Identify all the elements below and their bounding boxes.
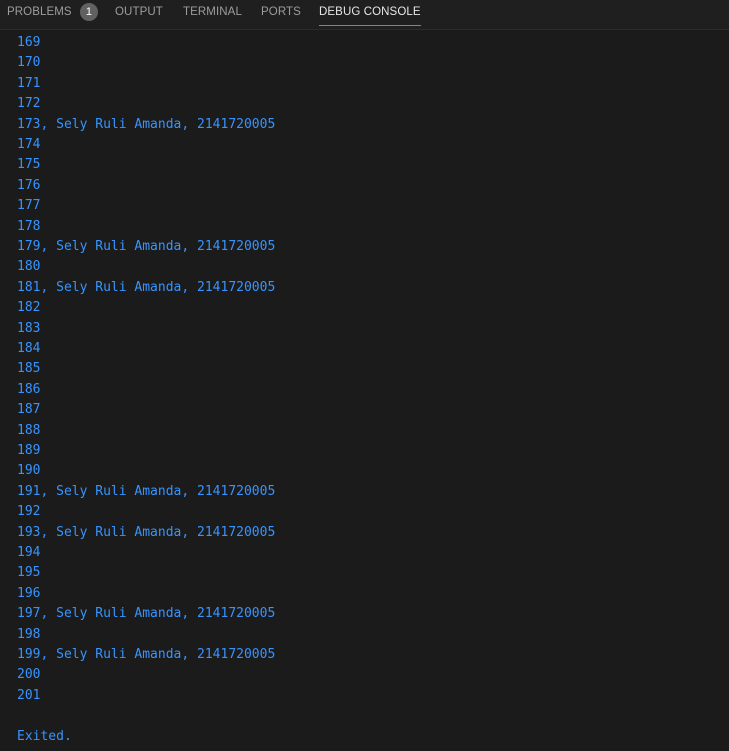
tab-problems[interactable]: PROBLEMS 1 xyxy=(7,0,98,30)
tab-debug-console-label: DEBUG CONSOLE xyxy=(319,6,421,18)
console-line: 188 xyxy=(17,422,41,438)
console-line: 186 xyxy=(17,381,41,397)
console-line: 200 xyxy=(17,667,41,683)
tab-output[interactable]: OUTPUT xyxy=(115,0,163,30)
console-line: 191, Sely Ruli Amanda, 2141720005 xyxy=(17,483,276,499)
console-line: 192 xyxy=(17,504,41,520)
console-line: 176 xyxy=(17,177,41,193)
console-line: 175 xyxy=(17,157,41,173)
tab-ports-label: PORTS xyxy=(261,6,301,18)
console-line: 182 xyxy=(17,300,41,316)
console-line: Exited. xyxy=(17,728,72,744)
console-line: 180 xyxy=(17,259,41,275)
console-line: 199, Sely Ruli Amanda, 2141720005 xyxy=(17,647,276,662)
console-line: 195 xyxy=(17,565,41,581)
panel-tab-bar: PROBLEMS 1 OUTPUT TERMINAL PORTS DEBUG C… xyxy=(0,0,729,30)
tab-output-label: OUTPUT xyxy=(115,6,163,18)
console-line: 169 xyxy=(17,35,41,50)
console-line: 189 xyxy=(17,443,41,458)
tab-ports[interactable]: PORTS xyxy=(261,0,301,30)
console-line: 178 xyxy=(17,218,41,234)
console-line: 174 xyxy=(17,137,41,152)
console-line: 177 xyxy=(17,198,41,214)
tab-debug-console[interactable]: DEBUG CONSOLE xyxy=(319,0,421,30)
console-line: 172 xyxy=(17,96,41,112)
console-line: 184 xyxy=(17,341,41,356)
console-line: 193, Sely Ruli Amanda, 2141720005 xyxy=(17,524,276,540)
console-line: 197, Sely Ruli Amanda, 2141720005 xyxy=(17,606,276,622)
tab-terminal[interactable]: TERMINAL xyxy=(183,0,242,30)
console-line: 190 xyxy=(17,463,41,479)
console-line: 183 xyxy=(17,320,41,336)
console-line: 187 xyxy=(17,402,41,418)
console-line: 170 xyxy=(17,55,41,71)
console-line: 201 xyxy=(17,687,41,703)
console-line: 181, Sely Ruli Amanda, 2141720005 xyxy=(17,279,276,295)
problems-count-badge: 1 xyxy=(80,3,98,21)
console-output[interactable]: 169 170 171 172 173, Sely Ruli Amanda, 21417… xyxy=(0,33,729,751)
console-line: 173, Sely Ruli Amanda, 2141720005 xyxy=(17,116,276,132)
debug-console-panel: PROBLEMS 1 OUTPUT TERMINAL PORTS DEBUG C… xyxy=(0,0,729,751)
console-line: 179, Sely Ruli Amanda, 2141720005 xyxy=(17,239,276,254)
console-line: 194 xyxy=(17,545,41,560)
console-line: 171 xyxy=(17,75,41,91)
tab-terminal-label: TERMINAL xyxy=(183,6,242,18)
console-line: 196 xyxy=(17,585,41,601)
tab-problems-label: PROBLEMS xyxy=(7,6,72,18)
console-line: 198 xyxy=(17,626,41,642)
console-line: 185 xyxy=(17,361,41,377)
